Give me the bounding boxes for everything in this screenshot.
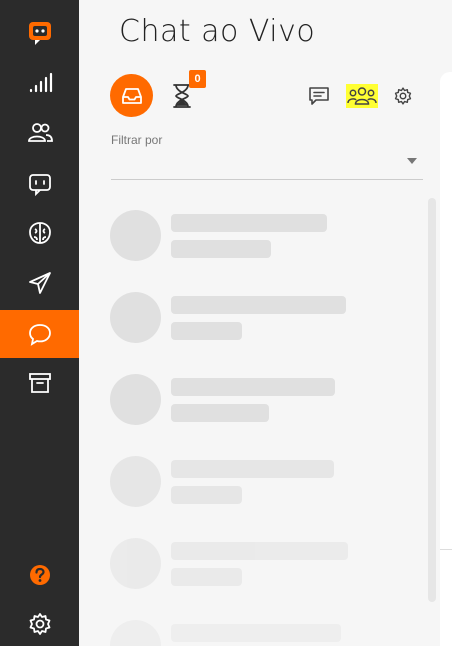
- bot-icon: [28, 174, 51, 197]
- list-item: [110, 620, 410, 646]
- avatar-placeholder: [110, 374, 161, 425]
- signal-bars-icon: [29, 72, 52, 93]
- skeleton-line: [171, 624, 341, 642]
- skeleton-line: [171, 460, 334, 478]
- list-item: [110, 210, 410, 262]
- inbox-icon: [121, 87, 142, 104]
- list-item: [110, 538, 410, 590]
- paper-plane-icon: [28, 272, 51, 294]
- team-button[interactable]: [346, 84, 378, 108]
- skeleton-line: [171, 542, 348, 560]
- skeleton-line: [171, 404, 269, 422]
- sidebar-item-campaigns[interactable]: [0, 259, 79, 307]
- page-title: Chat ao Vivo: [119, 14, 316, 49]
- archive-icon: [28, 373, 51, 393]
- divider: [440, 549, 452, 550]
- avatar-placeholder: [110, 210, 161, 261]
- conversation-panel: [440, 72, 452, 646]
- skeleton-line: [171, 486, 242, 504]
- avatar-placeholder: [110, 456, 161, 507]
- gear-icon: [394, 87, 412, 105]
- skeleton-line: [171, 568, 242, 586]
- waiting-count-badge: 0: [189, 70, 206, 88]
- sidebar-item-contacts[interactable]: [0, 109, 79, 157]
- app-logo[interactable]: [0, 9, 79, 57]
- skeleton-line: [171, 322, 242, 340]
- filter-label: Filtrar por: [111, 133, 163, 147]
- avatar-placeholder: [110, 538, 161, 589]
- conversation-list: [79, 196, 429, 646]
- list-item: [110, 456, 410, 508]
- filter-select[interactable]: [111, 148, 423, 180]
- skeleton-line: [171, 378, 335, 396]
- sidebar-item-bots[interactable]: [0, 159, 79, 207]
- skeleton-line: [171, 296, 346, 314]
- inbox-button[interactable]: [110, 74, 153, 117]
- caret-down-icon: [407, 158, 417, 164]
- settings-button[interactable]: [391, 84, 415, 108]
- sidebar-item-reports[interactable]: [0, 59, 79, 107]
- list-item: [110, 374, 410, 426]
- sidebar: [0, 0, 79, 646]
- avatar-placeholder: [110, 620, 161, 646]
- sidebar-item-help[interactable]: [0, 551, 79, 599]
- brain-icon: [28, 222, 51, 244]
- scrollbar[interactable]: [428, 198, 436, 602]
- message-square-icon: [309, 87, 329, 105]
- main-panel: Chat ao Vivo 0 Filtrar por: [79, 0, 452, 646]
- help-icon: [29, 565, 50, 585]
- chat-logo-icon: [28, 22, 51, 45]
- chat-bubble-icon: [28, 324, 51, 346]
- gear-icon: [29, 613, 50, 635]
- team-icon: [347, 87, 377, 105]
- skeleton-line: [171, 240, 271, 258]
- sidebar-item-ai[interactable]: [0, 209, 79, 257]
- sidebar-item-live-chat[interactable]: [0, 310, 79, 358]
- list-item: [110, 292, 410, 344]
- sidebar-item-settings[interactable]: [0, 600, 79, 646]
- messages-button[interactable]: [307, 84, 331, 108]
- skeleton-line: [171, 214, 327, 232]
- users-icon: [27, 123, 53, 142]
- sidebar-item-archive[interactable]: [0, 359, 79, 407]
- avatar-placeholder: [110, 292, 161, 343]
